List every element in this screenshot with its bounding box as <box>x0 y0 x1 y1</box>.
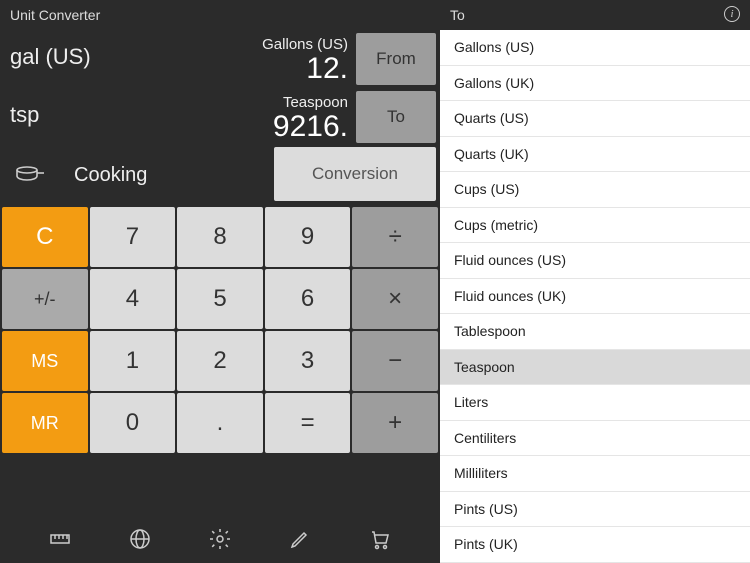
list-item[interactable]: Fluid ounces (UK) <box>440 279 750 315</box>
key-5[interactable]: 5 <box>177 269 263 329</box>
cart-icon[interactable] <box>368 527 392 551</box>
key-9[interactable]: 9 <box>265 207 351 267</box>
pen-icon[interactable] <box>288 527 312 551</box>
list-item[interactable]: Quarts (UK) <box>440 137 750 173</box>
list-item[interactable]: Cups (US) <box>440 172 750 208</box>
list-item[interactable]: Fluid ounces (US) <box>440 243 750 279</box>
info-icon[interactable]: i <box>724 6 740 22</box>
key-4[interactable]: 4 <box>90 269 176 329</box>
key-mr[interactable]: MR <box>2 393 88 453</box>
globe-icon[interactable] <box>128 527 152 551</box>
key-7[interactable]: 7 <box>90 207 176 267</box>
list-item[interactable]: Centiliters <box>440 421 750 457</box>
key-equals[interactable]: = <box>265 393 351 453</box>
display: gal (US) Gallons (US) 12. From tsp Teasp… <box>0 30 440 145</box>
list-item[interactable]: Quarts (US) <box>440 101 750 137</box>
cooking-icon <box>14 162 44 189</box>
list-item[interactable]: Cups (metric) <box>440 208 750 244</box>
key-1[interactable]: 1 <box>90 331 176 391</box>
to-value: 9216. <box>273 110 348 144</box>
keypad: C 7 8 9 ÷ +/- 4 5 6 × MS 1 2 3 − MR 0 . … <box>0 205 440 515</box>
conversion-button[interactable]: Conversion <box>274 147 436 201</box>
from-button[interactable]: From <box>356 33 436 85</box>
key-multiply[interactable]: × <box>352 269 438 329</box>
key-decimal[interactable]: . <box>177 393 263 453</box>
list-item[interactable]: Milliliters <box>440 456 750 492</box>
toolbar <box>0 515 440 563</box>
category-label: Cooking <box>74 164 147 187</box>
list-item[interactable]: Teaspoon <box>440 350 750 386</box>
gear-icon[interactable] <box>208 527 232 551</box>
list-item[interactable]: Tablespoon <box>440 314 750 350</box>
key-minus[interactable]: − <box>352 331 438 391</box>
key-8[interactable]: 8 <box>177 207 263 267</box>
key-divide[interactable]: ÷ <box>352 207 438 267</box>
ruler-icon[interactable] <box>48 527 72 551</box>
list-item[interactable]: Gallons (UK) <box>440 66 750 102</box>
key-plus[interactable]: + <box>352 393 438 453</box>
key-ms[interactable]: MS <box>2 331 88 391</box>
key-clear[interactable]: C <box>2 207 88 267</box>
right-title: To i <box>440 0 750 30</box>
list-item[interactable]: Gallons (US) <box>440 30 750 66</box>
app-title: Unit Converter <box>0 0 440 30</box>
list-item[interactable]: Liters <box>440 385 750 421</box>
key-plus-minus[interactable]: +/- <box>2 269 88 329</box>
list-item[interactable]: Pints (UK) <box>440 527 750 563</box>
to-button[interactable]: To <box>356 91 436 143</box>
from-abbr: gal (US) <box>10 44 91 70</box>
key-0[interactable]: 0 <box>90 393 176 453</box>
key-3[interactable]: 3 <box>265 331 351 391</box>
to-unit: Teaspoon <box>283 94 348 111</box>
to-abbr: tsp <box>10 102 39 128</box>
list-item[interactable]: Pints (US) <box>440 492 750 528</box>
from-value: 12. <box>306 52 348 86</box>
from-unit: Gallons (US) <box>262 36 348 53</box>
key-2[interactable]: 2 <box>177 331 263 391</box>
key-6[interactable]: 6 <box>265 269 351 329</box>
unit-list[interactable]: Gallons (US)Gallons (UK)Quarts (US)Quart… <box>440 30 750 563</box>
right-title-label: To <box>450 7 465 23</box>
